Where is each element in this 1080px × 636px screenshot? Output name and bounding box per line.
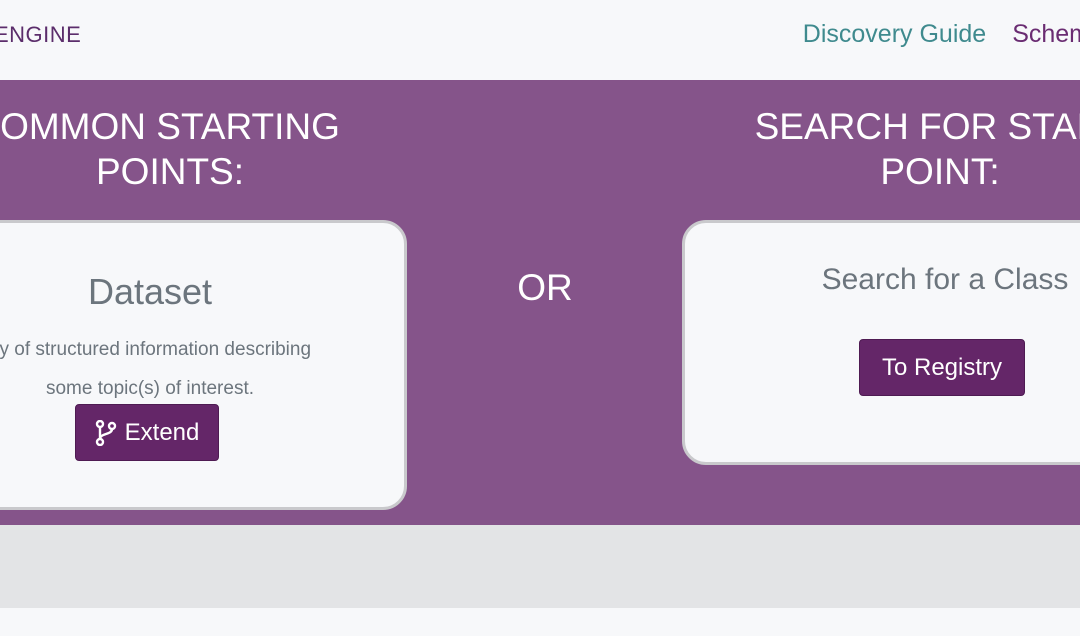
extend-button[interactable]: Extend bbox=[75, 404, 219, 461]
to-registry-button-label: To Registry bbox=[881, 353, 1003, 381]
heading-right-line1: SEARCH FOR START bbox=[754, 106, 1080, 147]
dataset-card: Dataset dy of structured information des… bbox=[0, 220, 407, 510]
dataset-desc-line1: dy of structured information describing bbox=[0, 339, 312, 360]
dataset-desc-line2: some topic(s) of interest. bbox=[45, 378, 255, 399]
top-navbar: ENGINE Discovery Guide Schem bbox=[0, 0, 1080, 80]
heading-left-line2: POINTS: bbox=[95, 151, 245, 192]
nav-link-schema[interactable]: Schem bbox=[1012, 20, 1080, 49]
to-registry-button[interactable]: To Registry bbox=[859, 339, 1025, 396]
heading-left-line1: OMMON STARTING bbox=[0, 106, 340, 147]
footer-band bbox=[0, 525, 1080, 608]
nav-links: Discovery Guide Schem bbox=[803, 20, 1080, 49]
extend-button-label: Extend bbox=[124, 418, 200, 446]
or-divider-label: OR bbox=[517, 267, 573, 308]
search-starting-point-heading: SEARCH FOR START POINT: bbox=[700, 104, 1080, 194]
common-starting-points-heading: OMMON STARTING POINTS: bbox=[0, 104, 390, 194]
dataset-card-description: dy of structured information describing … bbox=[0, 330, 367, 408]
heading-right-line2: POINT: bbox=[880, 151, 1000, 192]
branch-icon bbox=[95, 419, 117, 446]
search-card-title: Search for a Class bbox=[821, 263, 1069, 296]
dataset-card-title: Dataset bbox=[87, 271, 213, 312]
nav-link-discovery-guide[interactable]: Discovery Guide bbox=[803, 20, 986, 49]
bottom-strip bbox=[0, 608, 1080, 636]
hero-section: OMMON STARTING POINTS: SEARCH FOR START … bbox=[0, 80, 1080, 525]
brand-logo[interactable]: ENGINE bbox=[0, 22, 81, 48]
